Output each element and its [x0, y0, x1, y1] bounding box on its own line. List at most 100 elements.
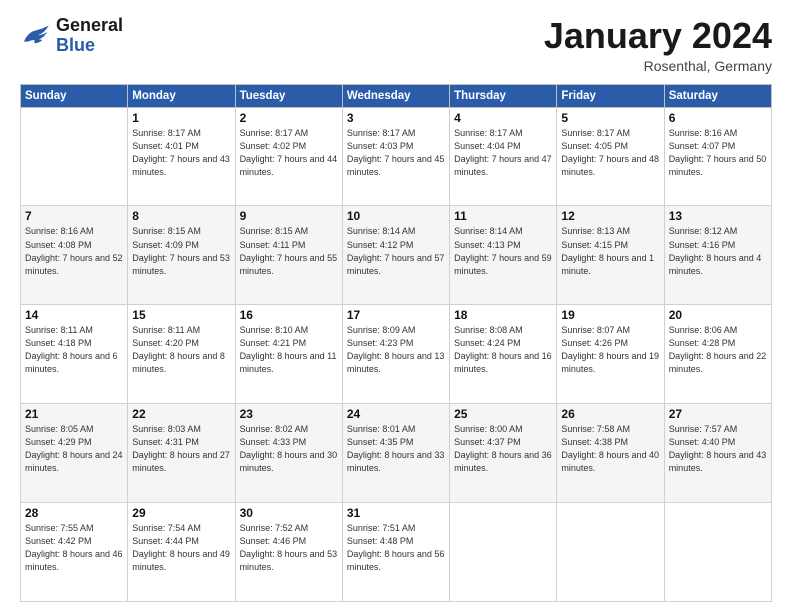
calendar-cell — [450, 503, 557, 602]
calendar-cell: 27 Sunrise: 7:57 AMSunset: 4:40 PMDayligh… — [664, 404, 771, 503]
page: General Blue January 2024 Rosenthal, Ger… — [0, 0, 792, 612]
calendar-cell: 5Sunrise: 8:17 AMSunset: 4:05 PMDaylight… — [557, 107, 664, 206]
day-number: 25 — [454, 407, 552, 421]
day-number: 1 — [132, 111, 230, 125]
day-number: 18 — [454, 308, 552, 322]
calendar-cell: 20 Sunrise: 8:06 AMSunset: 4:28 PMDayligh… — [664, 305, 771, 404]
day-info: Sunrise: 8:17 AMSunset: 4:01 PMDaylight:… — [132, 127, 230, 179]
header-friday: Friday — [557, 84, 664, 107]
day-info: Sunrise: 8:13 AMSunset: 4:15 PMDaylight:… — [561, 225, 659, 277]
calendar-header-row: Sunday Monday Tuesday Wednesday Thursday… — [21, 84, 772, 107]
day-info: Sunrise: 8:03 AMSunset: 4:31 PMDaylight:… — [132, 423, 230, 475]
calendar-cell — [557, 503, 664, 602]
header-wednesday: Wednesday — [342, 84, 449, 107]
day-number: 27 — [669, 407, 767, 421]
calendar-cell: 26Sunrise: 7:58 AMSunset: 4:38 PMDayligh… — [557, 404, 664, 503]
day-number: 21 — [25, 407, 123, 421]
logo: General Blue — [20, 16, 123, 56]
day-number: 11 — [454, 209, 552, 223]
calendar-cell — [664, 503, 771, 602]
day-number: 31 — [347, 506, 445, 520]
header-saturday: Saturday — [664, 84, 771, 107]
day-info: Sunrise: 7:55 AMSunset: 4:42 PMDaylight:… — [25, 522, 123, 574]
day-info: Sunrise: 8:17 AMSunset: 4:04 PMDaylight:… — [454, 127, 552, 179]
day-number: 24 — [347, 407, 445, 421]
calendar-cell: 12 Sunrise: 8:13 AMSunset: 4:15 PMDayligh… — [557, 206, 664, 305]
calendar-cell: 2 Sunrise: 8:17 AMSunset: 4:02 PMDaylight… — [235, 107, 342, 206]
calendar-cell: 15 Sunrise: 8:11 AMSunset: 4:20 PMDayligh… — [128, 305, 235, 404]
calendar-cell: 8 Sunrise: 8:15 AMSunset: 4:09 PMDaylight… — [128, 206, 235, 305]
day-number: 3 — [347, 111, 445, 125]
calendar-cell: 6Sunrise: 8:16 AMSunset: 4:07 PMDaylight… — [664, 107, 771, 206]
day-number: 4 — [454, 111, 552, 125]
day-info: Sunrise: 8:11 AMSunset: 4:20 PMDaylight:… — [132, 324, 230, 376]
header: General Blue January 2024 Rosenthal, Ger… — [20, 16, 772, 74]
calendar-cell: 10Sunrise: 8:14 AMSunset: 4:12 PMDayligh… — [342, 206, 449, 305]
day-number: 17 — [347, 308, 445, 322]
day-number: 6 — [669, 111, 767, 125]
calendar-cell: 7Sunrise: 8:16 AMSunset: 4:08 PMDaylight… — [21, 206, 128, 305]
day-number: 22 — [132, 407, 230, 421]
calendar-week-1: 1 Sunrise: 8:17 AMSunset: 4:01 PMDaylight… — [21, 107, 772, 206]
calendar-cell: 9 Sunrise: 8:15 AMSunset: 4:11 PMDaylight… — [235, 206, 342, 305]
header-monday: Monday — [128, 84, 235, 107]
day-info: Sunrise: 8:15 AMSunset: 4:11 PMDaylight:… — [240, 225, 338, 277]
calendar-cell: 4 Sunrise: 8:17 AMSunset: 4:04 PMDaylight… — [450, 107, 557, 206]
day-number: 29 — [132, 506, 230, 520]
day-info: Sunrise: 8:02 AMSunset: 4:33 PMDaylight:… — [240, 423, 338, 475]
calendar-cell: 3 Sunrise: 8:17 AMSunset: 4:03 PMDaylight… — [342, 107, 449, 206]
calendar-cell: 17 Sunrise: 8:09 AMSunset: 4:23 PMDayligh… — [342, 305, 449, 404]
month-title: January 2024 — [544, 16, 772, 56]
day-info: Sunrise: 7:52 AMSunset: 4:46 PMDaylight:… — [240, 522, 338, 574]
day-info: Sunrise: 8:06 AMSunset: 4:28 PMDaylight:… — [669, 324, 767, 376]
calendar-cell: 29 Sunrise: 7:54 AMSunset: 4:44 PMDayligh… — [128, 503, 235, 602]
calendar-cell: 31 Sunrise: 7:51 AMSunset: 4:48 PMDayligh… — [342, 503, 449, 602]
calendar-cell: 13 Sunrise: 8:12 AMSunset: 4:16 PMDayligh… — [664, 206, 771, 305]
day-number: 23 — [240, 407, 338, 421]
day-number: 8 — [132, 209, 230, 223]
day-info: Sunrise: 8:15 AMSunset: 4:09 PMDaylight:… — [132, 225, 230, 277]
day-info: Sunrise: 8:11 AMSunset: 4:18 PMDaylight:… — [25, 324, 123, 376]
day-info: Sunrise: 7:51 AMSunset: 4:48 PMDaylight:… — [347, 522, 445, 574]
day-info: Sunrise: 8:12 AMSunset: 4:16 PMDaylight:… — [669, 225, 767, 277]
calendar-cell: 11 Sunrise: 8:14 AMSunset: 4:13 PMDayligh… — [450, 206, 557, 305]
header-sunday: Sunday — [21, 84, 128, 107]
day-number: 28 — [25, 506, 123, 520]
day-number: 9 — [240, 209, 338, 223]
day-info: Sunrise: 7:57 AMSunset: 4:40 PMDaylight:… — [669, 423, 767, 475]
logo-text: General Blue — [56, 16, 123, 56]
day-info: Sunrise: 8:14 AMSunset: 4:13 PMDaylight:… — [454, 225, 552, 277]
day-info: Sunrise: 8:05 AMSunset: 4:29 PMDaylight:… — [25, 423, 123, 475]
day-number: 13 — [669, 209, 767, 223]
day-info: Sunrise: 8:00 AMSunset: 4:37 PMDaylight:… — [454, 423, 552, 475]
day-number: 2 — [240, 111, 338, 125]
day-number: 12 — [561, 209, 659, 223]
calendar-cell: 14 Sunrise: 8:11 AMSunset: 4:18 PMDayligh… — [21, 305, 128, 404]
day-number: 26 — [561, 407, 659, 421]
logo-icon — [20, 24, 52, 48]
day-info: Sunrise: 7:54 AMSunset: 4:44 PMDaylight:… — [132, 522, 230, 574]
calendar-table: Sunday Monday Tuesday Wednesday Thursday… — [20, 84, 772, 602]
day-info: Sunrise: 8:17 AMSunset: 4:03 PMDaylight:… — [347, 127, 445, 179]
day-number: 19 — [561, 308, 659, 322]
header-thursday: Thursday — [450, 84, 557, 107]
day-info: Sunrise: 8:17 AMSunset: 4:02 PMDaylight:… — [240, 127, 338, 179]
calendar-cell: 19 Sunrise: 8:07 AMSunset: 4:26 PMDayligh… — [557, 305, 664, 404]
day-info: Sunrise: 8:01 AMSunset: 4:35 PMDaylight:… — [347, 423, 445, 475]
day-info: Sunrise: 8:07 AMSunset: 4:26 PMDaylight:… — [561, 324, 659, 376]
header-tuesday: Tuesday — [235, 84, 342, 107]
calendar-cell: 21 Sunrise: 8:05 AMSunset: 4:29 PMDayligh… — [21, 404, 128, 503]
day-info: Sunrise: 8:08 AMSunset: 4:24 PMDaylight:… — [454, 324, 552, 376]
calendar-cell: 18 Sunrise: 8:08 AMSunset: 4:24 PMDayligh… — [450, 305, 557, 404]
day-number: 7 — [25, 209, 123, 223]
calendar-cell: 28 Sunrise: 7:55 AMSunset: 4:42 PMDayligh… — [21, 503, 128, 602]
day-info: Sunrise: 8:09 AMSunset: 4:23 PMDaylight:… — [347, 324, 445, 376]
calendar-week-3: 14 Sunrise: 8:11 AMSunset: 4:18 PMDayligh… — [21, 305, 772, 404]
calendar-week-2: 7Sunrise: 8:16 AMSunset: 4:08 PMDaylight… — [21, 206, 772, 305]
day-number: 15 — [132, 308, 230, 322]
day-number: 14 — [25, 308, 123, 322]
calendar-cell: 22 Sunrise: 8:03 AMSunset: 4:31 PMDayligh… — [128, 404, 235, 503]
day-info: Sunrise: 8:17 AMSunset: 4:05 PMDaylight:… — [561, 127, 659, 179]
day-number: 20 — [669, 308, 767, 322]
calendar-week-4: 21 Sunrise: 8:05 AMSunset: 4:29 PMDayligh… — [21, 404, 772, 503]
